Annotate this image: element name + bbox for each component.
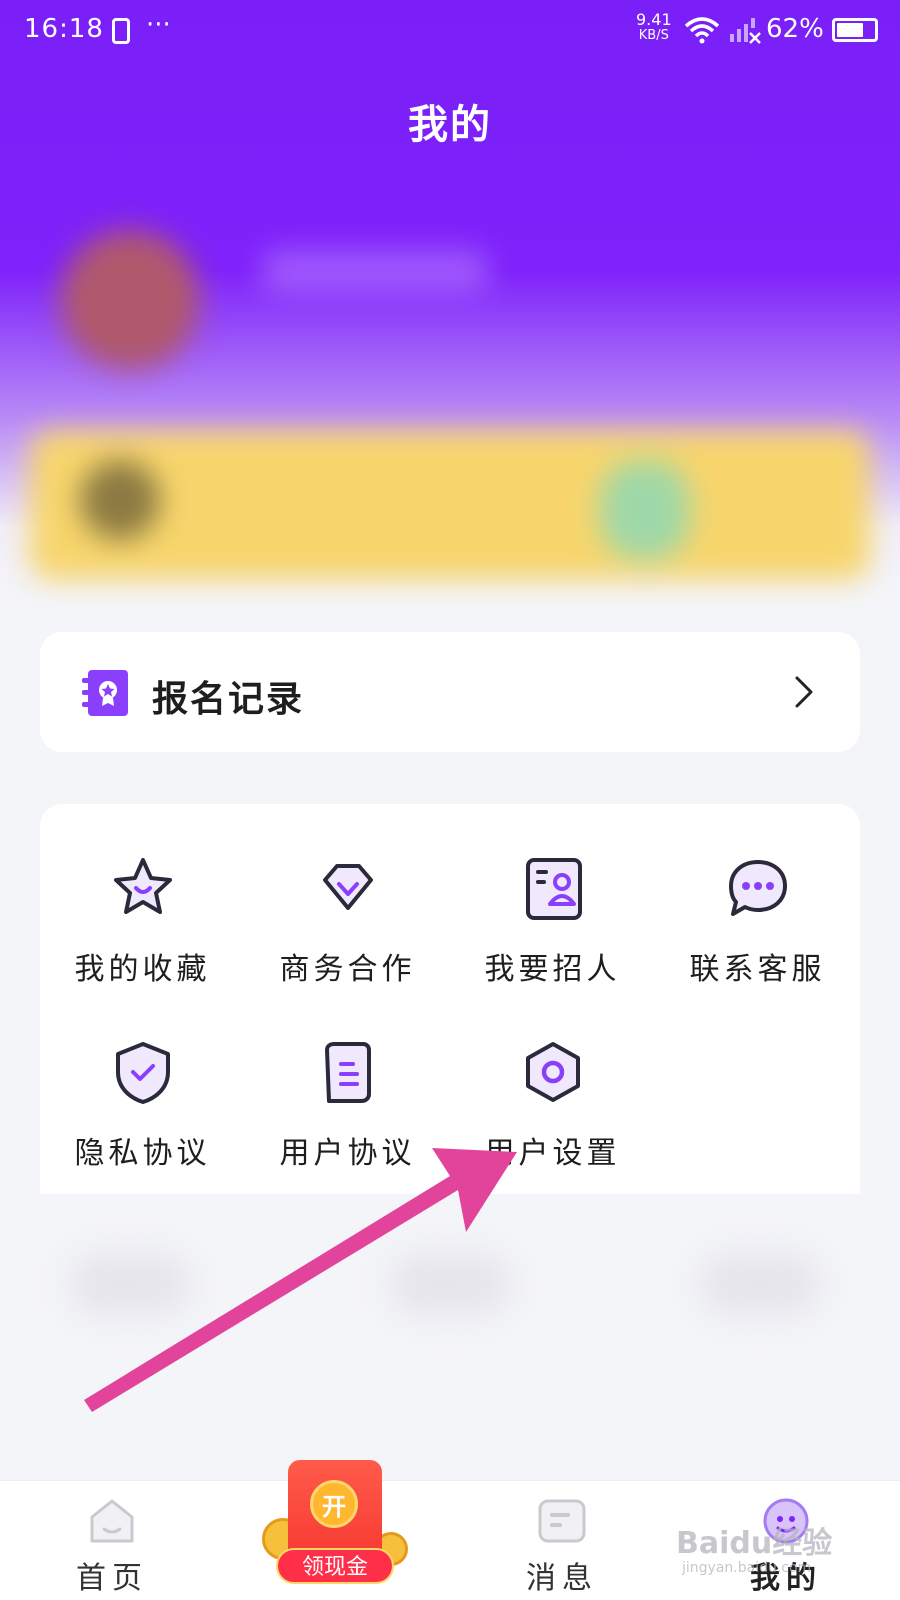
blurred-section (0, 1194, 900, 1354)
feature-grid-card: 我的收藏 商务合作 我要招人 联系客服 隐私协议 用户协议 用户设置 (40, 804, 860, 1194)
vip-banner-decoration (600, 460, 690, 560)
watermark-url: jingyan.baidu.com (682, 1560, 812, 1576)
grid-item-business[interactable]: 商务合作 (245, 854, 450, 1024)
blurred-item (70, 1254, 190, 1314)
grid-item-label: 用户协议 (279, 1136, 416, 1171)
network-speed-unit: KB/S (638, 28, 669, 43)
grid-item-customer-service[interactable]: 联系客服 (655, 854, 860, 1024)
username-blurred (260, 250, 490, 290)
blurred-item (700, 1254, 820, 1314)
nav-home[interactable]: 首页 (42, 1481, 182, 1600)
watermark: Baidu经验 (676, 1526, 833, 1561)
status-dots: ··· (146, 10, 171, 40)
battery-percent: 62% (766, 14, 824, 44)
grid-item-privacy-policy[interactable]: 隐私协议 (40, 1038, 245, 1208)
nav-messages-label: 消息 (526, 1561, 598, 1596)
grid-item-label: 商务合作 (279, 952, 416, 987)
status-time: 16:18 (24, 14, 104, 44)
settings-hexagon-icon (526, 1042, 580, 1102)
message-icon (538, 1499, 586, 1543)
nav-messages[interactable]: 消息 (492, 1481, 632, 1600)
signal-icon (730, 18, 761, 44)
battery-icon (832, 18, 878, 42)
grid-item-label: 我要招人 (484, 952, 621, 987)
grid-item-label: 联系客服 (689, 952, 826, 987)
profile-section-blurred (0, 180, 900, 600)
grid-item-favorites[interactable]: 我的收藏 (40, 854, 245, 1024)
wifi-icon (684, 17, 720, 44)
network-speed-value: 9.41 (636, 10, 672, 29)
shield-check-icon (116, 1042, 170, 1104)
vibrate-icon (112, 18, 130, 44)
claim-cash-label: 领现金 (276, 1548, 394, 1584)
blurred-item (390, 1254, 510, 1314)
network-speed: 9.41 KB/S (636, 12, 672, 44)
resume-card-icon (526, 858, 582, 920)
grid-item-label: 隐私协议 (74, 1136, 211, 1171)
document-icon (325, 1042, 371, 1103)
chevron-right-icon (795, 676, 813, 708)
vip-banner-icon (80, 460, 160, 540)
page-title: 我的 (408, 102, 492, 148)
home-icon (90, 1499, 134, 1543)
avatar[interactable] (60, 230, 200, 370)
chat-bubble-icon (729, 860, 787, 916)
certificate-book-icon (82, 670, 128, 716)
status-bar: 16:18 ··· 9.41 KB/S 62% (0, 0, 900, 64)
diamond-icon (323, 864, 373, 910)
claim-cash-button[interactable]: 开 领现金 (262, 1460, 412, 1595)
grid-item-user-agreement[interactable]: 用户协议 (245, 1038, 450, 1208)
signup-record-card[interactable]: 报名记录 (40, 632, 860, 752)
signup-record-label: 报名记录 (152, 679, 305, 720)
open-envelope-badge: 开 (310, 1480, 358, 1528)
grid-item-label: 我的收藏 (74, 952, 211, 987)
star-icon (114, 858, 172, 914)
grid-item-hiring[interactable]: 我要招人 (450, 854, 655, 1024)
nav-home-label: 首页 (76, 1561, 148, 1596)
grid-item-label: 用户设置 (484, 1136, 621, 1171)
grid-item-user-settings[interactable]: 用户设置 (450, 1038, 655, 1208)
